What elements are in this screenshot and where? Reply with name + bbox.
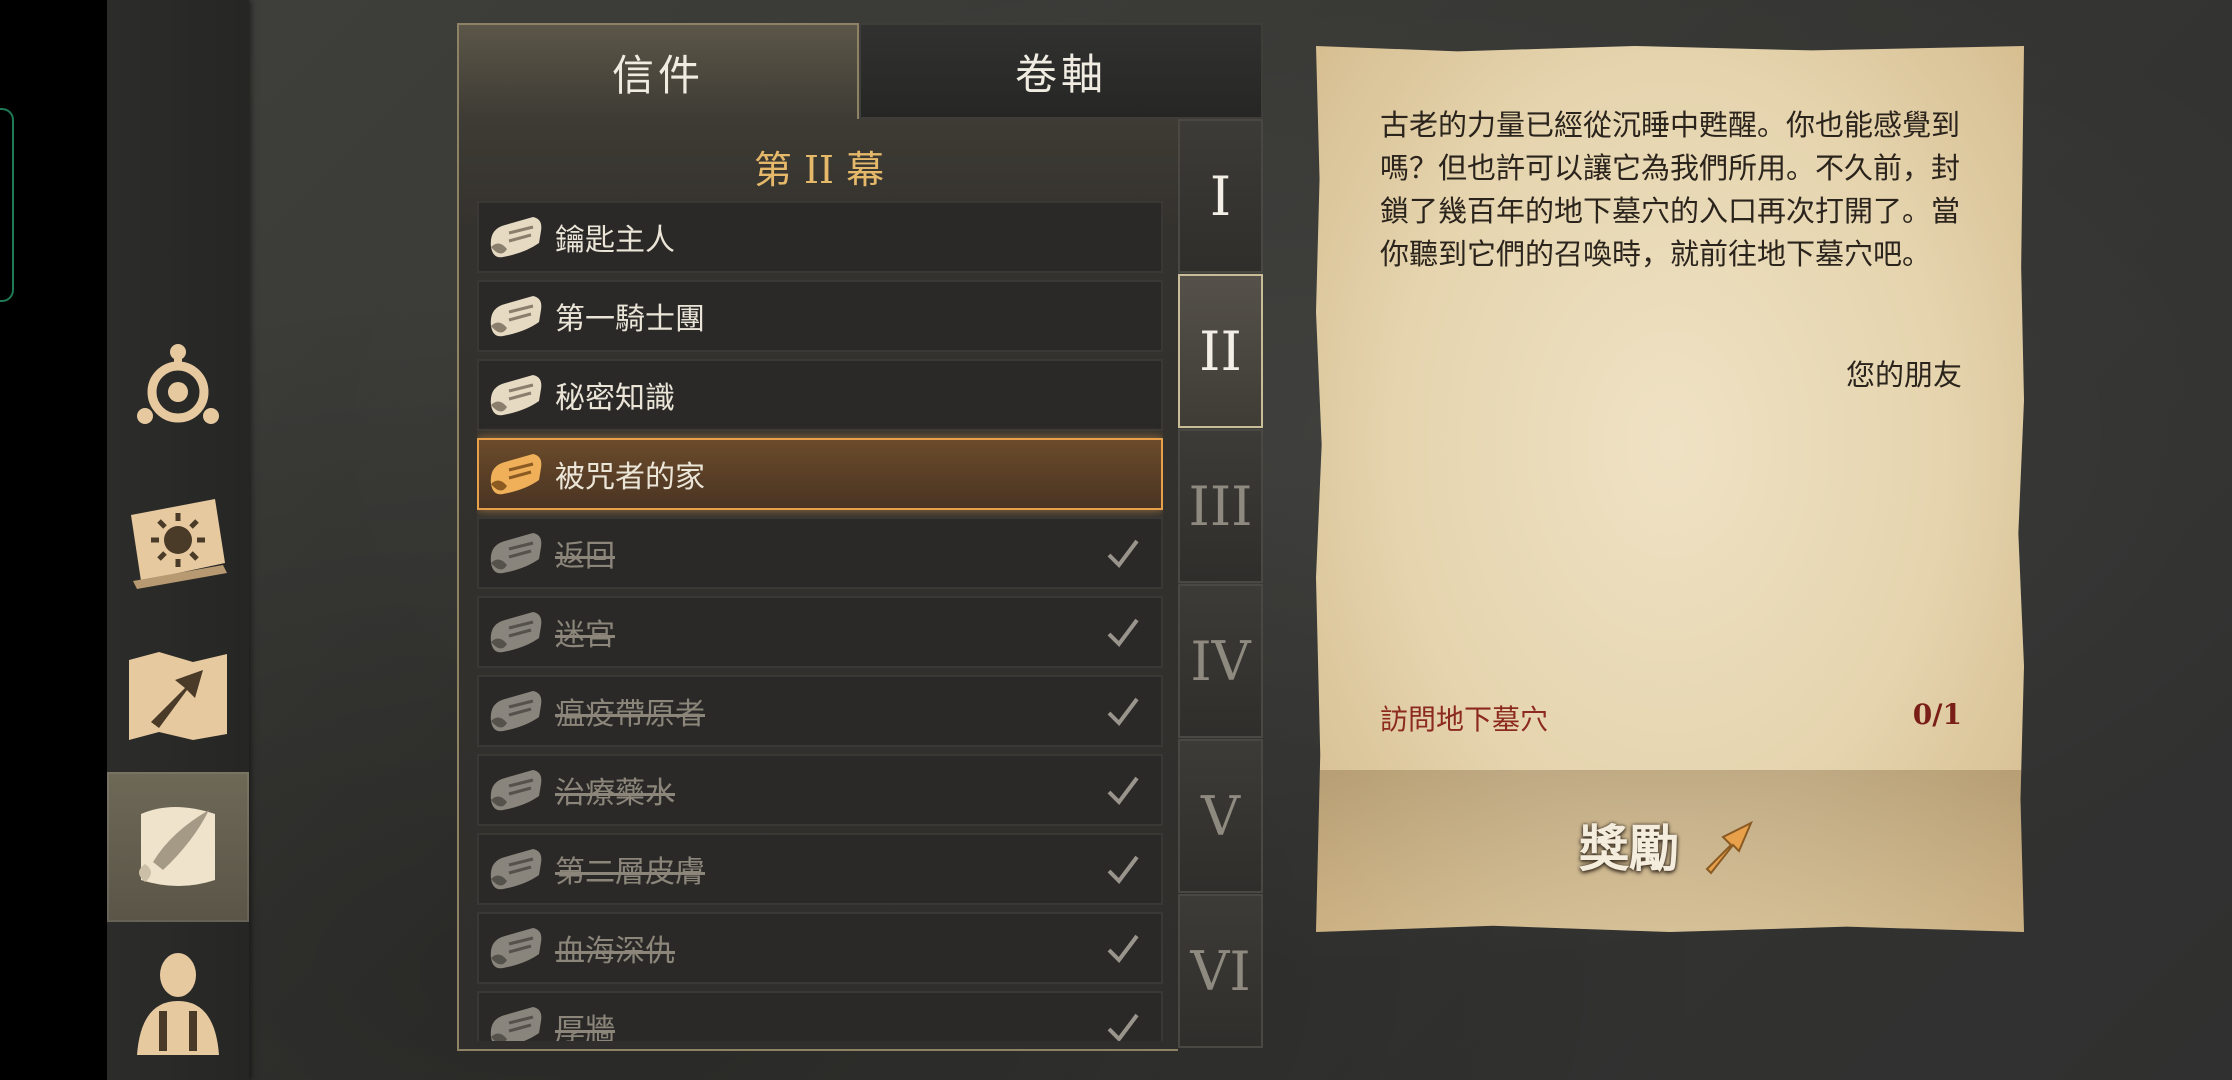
hero-icon — [137, 953, 219, 1055]
letter-item[interactable]: 秘密知識 — [477, 359, 1163, 431]
checkmark-icon — [1103, 770, 1143, 810]
act-tab[interactable]: IV — [1178, 584, 1263, 738]
letter-item[interactable]: 迷宮 — [477, 596, 1163, 668]
letter-title: 返回 — [555, 539, 615, 574]
letter-title: 瘟疫帶原者 — [555, 697, 705, 732]
scroll-icon — [485, 446, 545, 502]
checkmark-icon — [1103, 1007, 1143, 1041]
letters-list-panel: 第 II 幕 鑰匙主人第一騎士團秘密知識被咒者的家返回迷宮瘟疫帶原者治療藥水第二… — [457, 119, 1178, 1051]
letter-title: 第一騎士團 — [555, 302, 705, 337]
scroll-icon — [485, 525, 545, 581]
letter-item[interactable]: 第一騎士團 — [477, 280, 1163, 352]
scroll-icon — [485, 683, 545, 739]
checkmark-icon — [1103, 691, 1143, 731]
letter-item[interactable]: 血海深仇 — [477, 912, 1163, 984]
act-tab[interactable]: II — [1178, 274, 1263, 428]
letter-title: 被咒者的家 — [555, 460, 705, 495]
scroll-icon — [485, 209, 545, 265]
checkmark-icon — [1103, 612, 1143, 652]
letter-parchment: 古老的力量已經從沉睡中甦醒。你也能感覺到嗎？但也許可以讓它為我們所用。不久前，封… — [1316, 46, 2024, 932]
reward-label: 獎勵 — [1579, 819, 1679, 878]
scroll-icon — [485, 762, 545, 818]
side-menu — [107, 0, 249, 1080]
act-title: 第 II 幕 — [753, 148, 885, 192]
scroll-icon — [485, 288, 545, 344]
rail-button-letters[interactable] — [107, 772, 249, 922]
letter-signature: 您的朋友 — [1845, 358, 1962, 392]
map-arrow-icon — [129, 652, 227, 740]
tab-scrolls[interactable]: 卷軸 — [859, 23, 1263, 119]
letter-item[interactable]: 被咒者的家 — [477, 438, 1163, 510]
system-edge-indicator — [0, 108, 14, 302]
act-tab[interactable]: V — [1178, 739, 1263, 893]
rail-button-journal[interactable] — [107, 465, 249, 615]
quest-progress: 0/1 — [1912, 698, 1962, 731]
checkmark-icon — [1103, 533, 1143, 573]
scroll-quill-icon — [139, 807, 215, 886]
journal-tabs: 信件 卷軸 — [457, 23, 1263, 119]
sun-book-icon — [131, 499, 227, 589]
scroll-icon — [485, 367, 545, 423]
letter-title: 第二層皮膚 — [555, 855, 705, 890]
letter-item[interactable]: 治療藥水 — [477, 754, 1163, 826]
letter-title: 迷宮 — [555, 618, 615, 653]
reward-button[interactable]: 獎勵 — [1316, 770, 2024, 920]
letter-title: 秘密知識 — [555, 381, 675, 416]
letter-title: 鑰匙主人 — [555, 223, 675, 258]
letter-item[interactable]: 厚牆 — [477, 991, 1163, 1041]
act-tab[interactable]: VI — [1178, 894, 1263, 1048]
letter-item[interactable]: 鑰匙主人 — [477, 201, 1163, 273]
scroll-icon — [485, 841, 545, 897]
scroll-icon — [485, 999, 545, 1041]
letters-list[interactable]: 鑰匙主人第一騎士團秘密知識被咒者的家返回迷宮瘟疫帶原者治療藥水第二層皮膚血海深仇… — [477, 201, 1163, 1041]
rail-button-compass[interactable] — [107, 310, 249, 460]
tab-letters[interactable]: 信件 — [457, 23, 859, 119]
letter-item[interactable]: 返回 — [477, 517, 1163, 589]
scroll-icon — [485, 920, 545, 976]
letter-title: 治療藥水 — [555, 776, 675, 811]
checkmark-icon — [1103, 928, 1143, 968]
letter-body: 古老的力量已經從沉睡中甦醒。你也能感覺到嗎？但也許可以讓它為我們所用。不久前，封… — [1380, 108, 1961, 271]
act-tab[interactable]: I — [1178, 119, 1263, 273]
compass-icon — [137, 344, 219, 424]
rail-button-hero[interactable] — [107, 925, 249, 1075]
quest-objective: 訪問地下墓穴 — [1380, 703, 1549, 736]
arrow-icon — [1705, 820, 1753, 875]
letter-item[interactable]: 第二層皮膚 — [477, 833, 1163, 905]
act-tab[interactable]: III — [1178, 429, 1263, 583]
checkmark-icon — [1103, 849, 1143, 889]
act-selector: I II III IV V VI — [1178, 119, 1263, 1051]
letter-title: 血海深仇 — [555, 934, 675, 969]
letter-title: 厚牆 — [555, 1013, 615, 1041]
rail-button-map[interactable] — [107, 620, 249, 770]
letter-item[interactable]: 瘟疫帶原者 — [477, 675, 1163, 747]
scroll-icon — [485, 604, 545, 660]
